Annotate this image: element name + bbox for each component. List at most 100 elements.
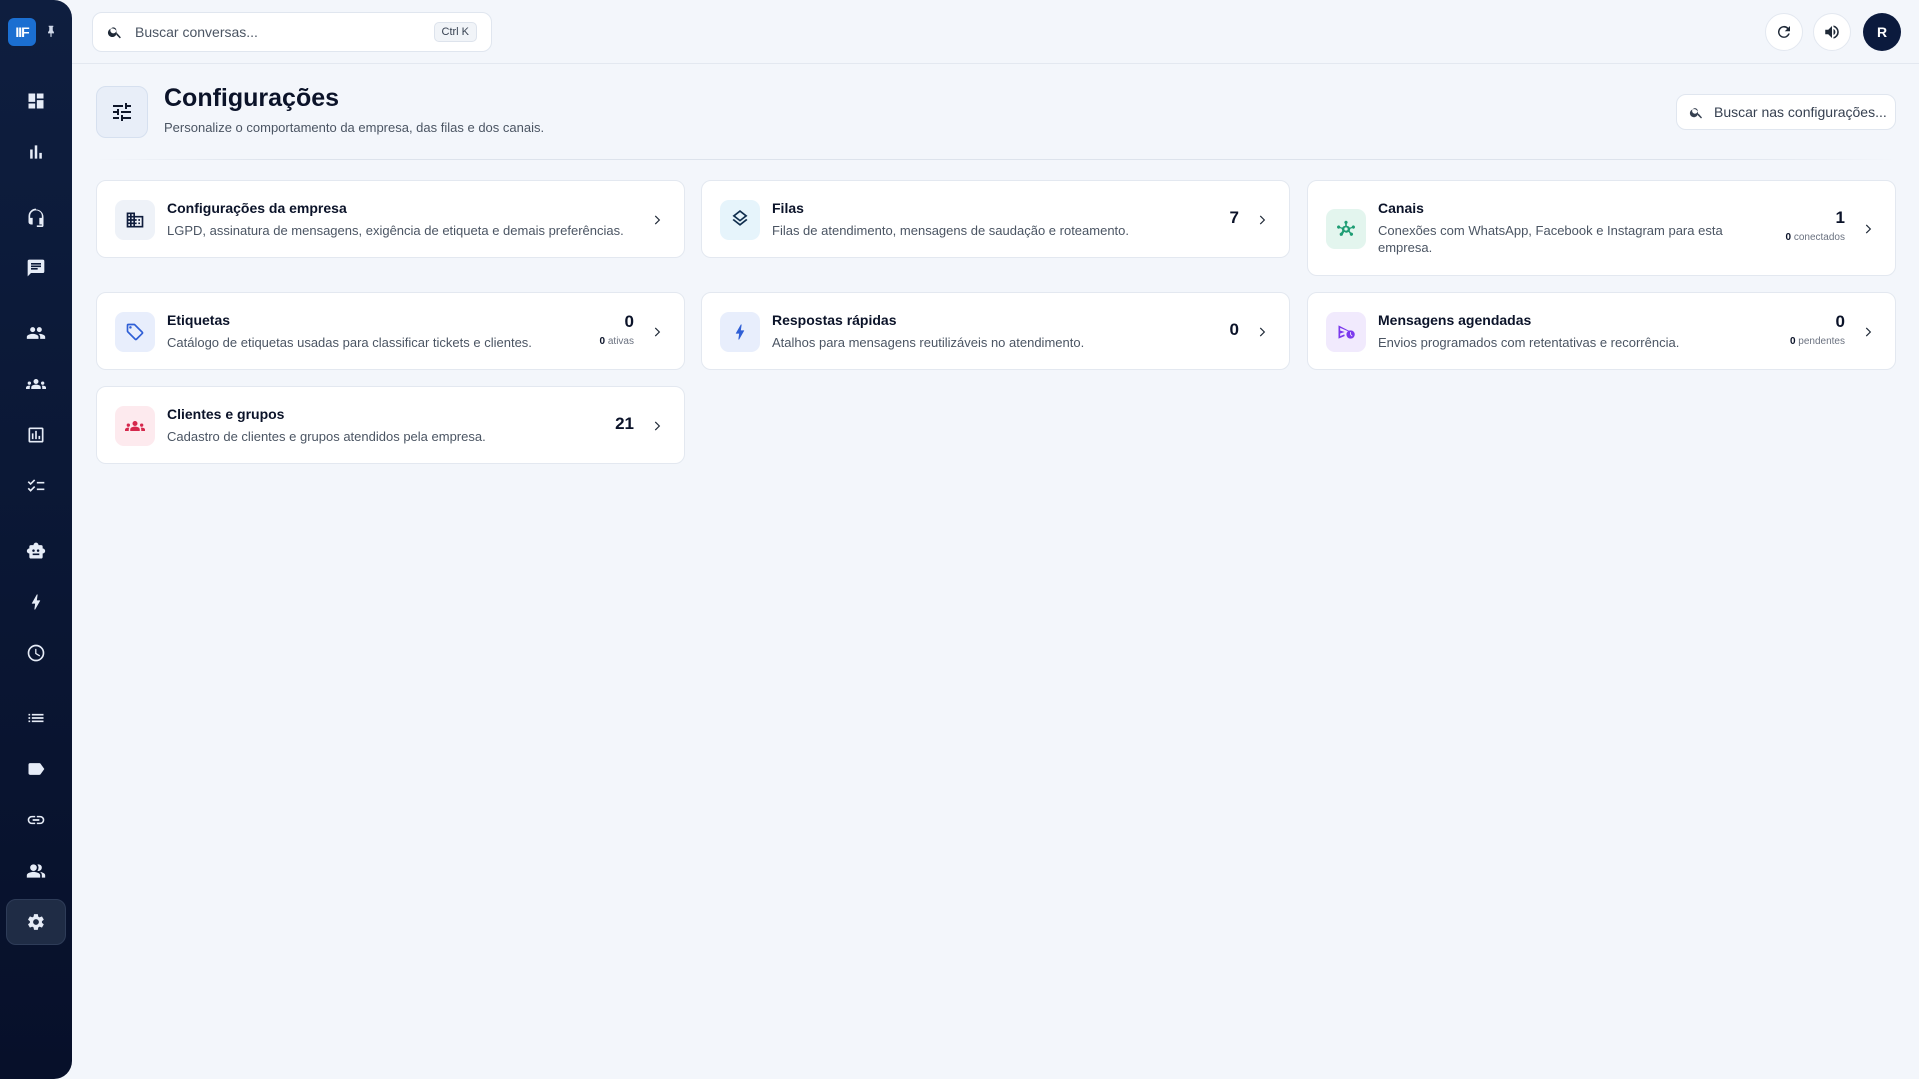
active-label: ativas — [607, 336, 634, 347]
card-company-settings[interactable]: Configurações da empresa LGPD, assinatur… — [96, 180, 685, 258]
checklist-icon — [27, 479, 45, 492]
refresh-icon — [1777, 25, 1790, 38]
card-clients-groups[interactable]: Clientes e grupos Cadastro de clientes e… — [96, 386, 685, 464]
card-description: Cadastro de clientes e grupos atendidos … — [167, 429, 486, 444]
chevron-right-icon — [1255, 325, 1269, 339]
sidebar-item-dashboard[interactable] — [6, 79, 66, 123]
queues-icon-wrap — [720, 200, 760, 240]
card-title: Etiquetas — [167, 312, 231, 328]
settings-header-icon — [96, 86, 148, 138]
bolt-icon — [735, 324, 745, 340]
card-count-sub: 0 conectados — [1786, 232, 1846, 243]
clock-icon — [27, 644, 45, 662]
search-conversations[interactable]: Buscar conversas... Ctrl K — [92, 12, 492, 52]
chat-icon — [27, 259, 45, 277]
app-logo[interactable]: IIF — [8, 18, 36, 46]
card-scheduled-messages[interactable]: Mensagens agendadas Envios programados c… — [1307, 292, 1896, 370]
sidebar-item-users[interactable] — [6, 311, 66, 355]
sidebar-item-chats[interactable] — [6, 246, 66, 290]
shortcut-badge: Ctrl K — [433, 22, 477, 42]
card-description: Conexões com WhatsApp, Facebook e Instag… — [1378, 223, 1723, 255]
chevron-right-icon — [650, 419, 664, 433]
sidebar: IIF — [0, 0, 72, 1079]
contacts-icon — [26, 864, 46, 878]
chevron-right-icon — [650, 213, 664, 227]
pending-count: 0 — [1789, 336, 1796, 347]
search-settings-input[interactable]: Buscar nas configurações... — [1714, 104, 1887, 120]
search-conversations-input[interactable]: Buscar conversas... — [135, 24, 434, 40]
pin-icon[interactable] — [44, 22, 58, 40]
header-divider — [96, 159, 1896, 160]
card-quick-replies[interactable]: Respostas rápidas Atalhos para mensagens… — [701, 292, 1290, 370]
card-description: Catálogo de etiquetas usadas para classi… — [167, 335, 532, 350]
people-icon — [26, 327, 46, 339]
page-title: Configurações — [164, 84, 340, 112]
list-icon — [28, 713, 44, 723]
dashboard-icon — [28, 93, 44, 109]
sidebar-item-attendance[interactable] — [6, 195, 66, 239]
card-queues[interactable]: Filas Filas de atendimento, mensagens de… — [701, 180, 1290, 258]
scheduled-icon-wrap — [1326, 312, 1366, 352]
sidebar-item-contacts[interactable] — [6, 849, 66, 893]
sidebar-item-settings[interactable] — [6, 899, 66, 945]
bolt-icon — [31, 594, 41, 610]
sidebar-item-tasks[interactable] — [6, 464, 66, 508]
card-channels[interactable]: Canais Conexões com WhatsApp, Facebook e… — [1307, 180, 1896, 276]
quick-replies-icon-wrap — [720, 312, 760, 352]
connected-count: 0 — [1785, 232, 1792, 243]
sidebar-item-reports[interactable] — [6, 130, 66, 174]
gear-icon — [28, 914, 44, 930]
sidebar-item-teams[interactable] — [6, 362, 66, 406]
avatar[interactable]: R — [1863, 13, 1901, 51]
refresh-button[interactable] — [1765, 13, 1803, 51]
link-icon — [27, 815, 45, 825]
chevron-right-icon — [1861, 222, 1875, 236]
sliders-icon — [113, 103, 131, 121]
card-title: Clientes e grupos — [167, 406, 285, 422]
card-description: Atalhos para mensagens reutilizáveis no … — [772, 335, 1085, 350]
card-tags[interactable]: Etiquetas Catálogo de etiquetas usadas p… — [96, 292, 685, 370]
sidebar-item-schedule[interactable] — [6, 631, 66, 675]
building-icon — [126, 212, 144, 228]
sidebar-item-automations[interactable] — [6, 580, 66, 624]
tags-icon-wrap — [115, 312, 155, 352]
volume-icon — [1825, 25, 1839, 39]
chevron-right-icon — [1861, 325, 1875, 339]
sidebar-item-tags[interactable] — [6, 747, 66, 791]
sound-button[interactable] — [1813, 13, 1851, 51]
search-settings[interactable]: Buscar nas configurações... — [1676, 94, 1896, 130]
card-count: 21 — [615, 414, 634, 433]
pending-label: pendentes — [1798, 336, 1845, 347]
clients-icon-wrap — [115, 406, 155, 446]
card-count: 7 — [1229, 208, 1239, 227]
channels-icon-wrap — [1326, 209, 1366, 249]
report-icon — [28, 427, 44, 443]
card-count-sub: 0 ativas — [600, 336, 634, 347]
tag-icon — [28, 763, 45, 775]
groups-icon — [26, 379, 46, 389]
card-title: Respostas rápidas — [772, 312, 897, 328]
connected-label: conectados — [1793, 232, 1845, 243]
chevron-right-icon — [650, 325, 664, 339]
search-icon — [1689, 107, 1702, 118]
headset-icon — [28, 208, 44, 227]
card-title: Mensagens agendadas — [1378, 312, 1532, 328]
topbar: Buscar conversas... Ctrl K R — [72, 0, 1919, 64]
chevron-right-icon — [1255, 213, 1269, 227]
card-description: LGPD, assinatura de mensagens, exigência… — [167, 223, 624, 238]
company-icon-wrap — [115, 200, 155, 240]
sidebar-item-bots[interactable] — [6, 529, 66, 573]
tag-outline-icon — [126, 323, 144, 341]
card-count: 0 — [1229, 320, 1239, 339]
card-description: Filas de atendimento, mensagens de sauda… — [772, 223, 1130, 238]
sidebar-item-lists[interactable] — [6, 696, 66, 740]
schedule-send-icon — [1338, 325, 1355, 339]
hub-icon — [1337, 220, 1355, 236]
layers-icon — [732, 210, 748, 226]
card-count: 1 — [1835, 208, 1845, 227]
sidebar-item-analytics[interactable] — [6, 413, 66, 457]
card-title: Canais — [1378, 200, 1424, 216]
page-subtitle: Personalize o comportamento da empresa, … — [164, 120, 545, 135]
sidebar-item-integrations[interactable] — [6, 798, 66, 842]
card-title: Configurações da empresa — [167, 200, 347, 216]
